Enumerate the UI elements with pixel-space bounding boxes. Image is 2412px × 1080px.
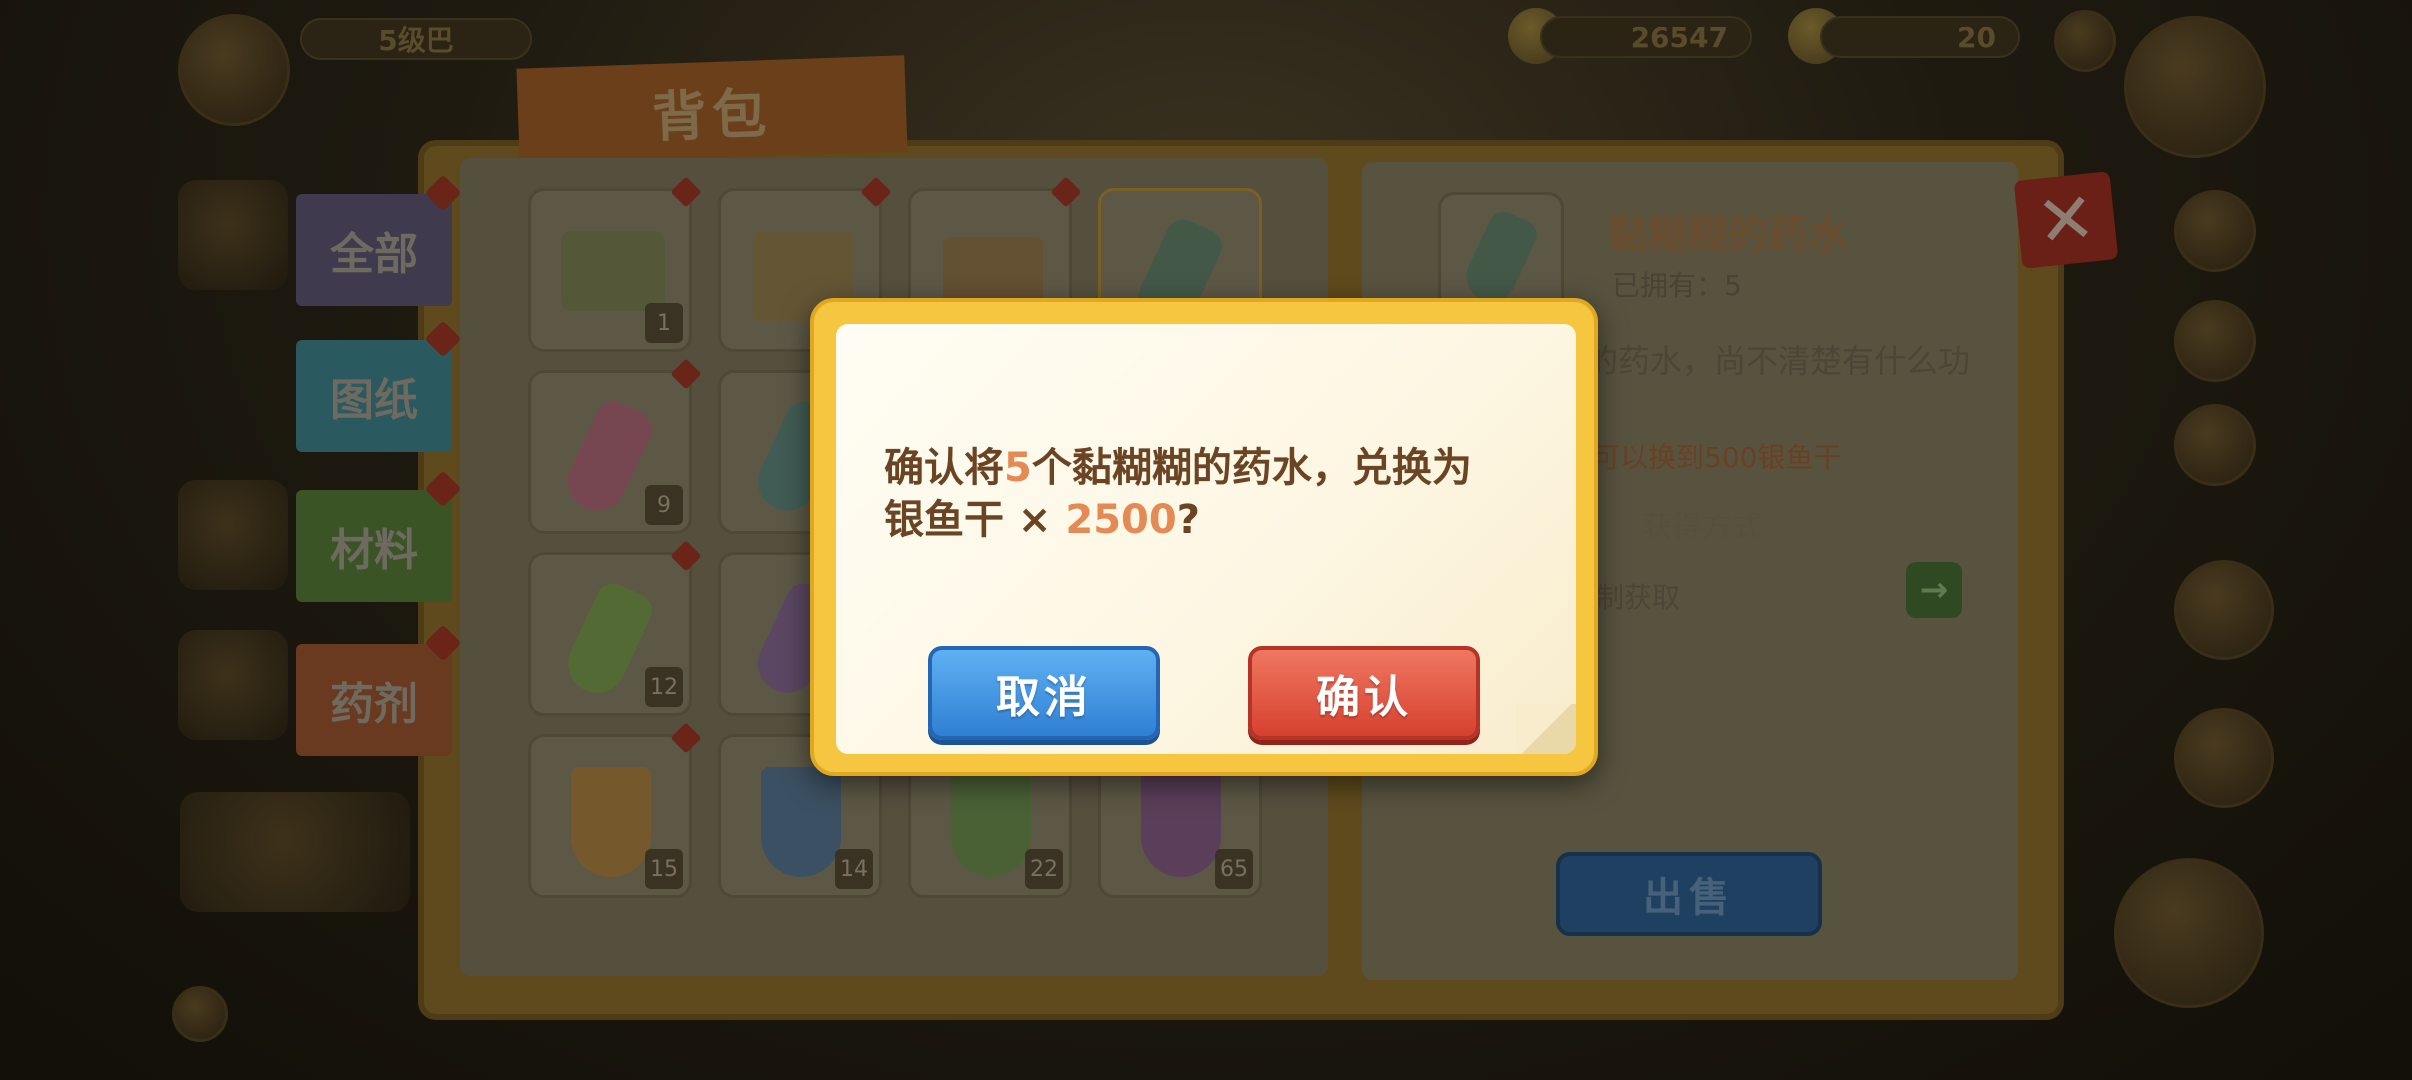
settings-icon[interactable] xyxy=(2054,10,2116,72)
item-slot[interactable]: 9 xyxy=(528,358,702,534)
item-count: 22 xyxy=(1025,849,1063,889)
item-count: 1 xyxy=(645,303,683,343)
item-slot[interactable]: 1 xyxy=(528,176,702,352)
pink-potion-icon xyxy=(558,395,658,521)
promo-banner[interactable] xyxy=(180,792,410,912)
left-menu-icon[interactable] xyxy=(178,180,288,290)
main-character-icon[interactable] xyxy=(2124,16,2266,158)
player-label: 5级巴 xyxy=(378,24,454,57)
dialog-paper: 确认将5个黏糊糊的药水，兑换为银鱼干 × 2500? 取消 确认 xyxy=(836,324,1576,754)
source-row: 制获取 xyxy=(1596,581,1681,614)
exchange-confirm-dialog: 确认将5个黏糊糊的药水，兑换为银鱼干 × 2500? 取消 确认 xyxy=(810,298,1598,776)
close-icon[interactable]: ✕ xyxy=(2013,171,2119,269)
cancel-button[interactable]: 取消 xyxy=(928,646,1160,740)
left-menu-icon[interactable] xyxy=(178,480,288,590)
side-menu-icon[interactable] xyxy=(2174,190,2256,272)
dialog-quantity: 5 xyxy=(1004,445,1032,491)
chat-icon[interactable] xyxy=(172,986,228,1042)
dialog-text: 个黏糊糊的药水，兑换为 xyxy=(1031,445,1472,491)
item-count: 14 xyxy=(835,849,873,889)
item-slot[interactable]: 15 xyxy=(528,722,702,898)
item-exchange-info: 可以换到500银鱼干 xyxy=(1592,441,1842,474)
page-curl-decoration xyxy=(1516,704,1576,754)
side-menu-icon[interactable] xyxy=(2174,300,2256,382)
green-potion-icon xyxy=(558,577,658,703)
orange-potion-icon xyxy=(571,767,651,877)
player-avatar[interactable] xyxy=(178,14,290,126)
character-item-icon xyxy=(561,231,665,311)
event-icon[interactable] xyxy=(2174,560,2274,660)
side-menu-icon[interactable] xyxy=(2174,404,2256,486)
dialog-text: ? xyxy=(1176,497,1200,543)
tab-potions[interactable]: 药剂 xyxy=(296,624,462,756)
dialog-text: 银鱼干 × xyxy=(884,497,1066,543)
currency-2-value: 20 xyxy=(1957,20,1996,54)
left-menu-icon[interactable] xyxy=(178,630,288,740)
item-count: 65 xyxy=(1215,849,1253,889)
player-name-pill: 5级巴 xyxy=(300,18,532,60)
item-count: 15 xyxy=(645,849,683,889)
dialog-text: 确认将 xyxy=(884,445,1004,491)
item-name: 黏糊糊的药水 xyxy=(1608,212,1848,258)
item-description: 的药水，尚不清楚有什么功 xyxy=(1586,342,1971,380)
backpack-title: 背包 xyxy=(516,55,908,165)
green-potion-icon xyxy=(951,767,1031,877)
blue-potion-icon xyxy=(761,767,841,877)
source-label: 获得方式 xyxy=(1642,510,1762,545)
event-icon[interactable] xyxy=(2174,708,2274,808)
tab-materials[interactable]: 材料 xyxy=(296,470,462,602)
arrow-right-icon[interactable]: → xyxy=(1906,562,1962,618)
event-icon[interactable] xyxy=(2114,858,2264,1008)
item-count: 9 xyxy=(645,485,683,525)
tab-label: 图纸 xyxy=(330,375,418,426)
currency-2-pill: 20 xyxy=(1820,16,2020,58)
item-count: 12 xyxy=(645,667,683,707)
item-slot[interactable]: 12 xyxy=(528,540,702,716)
dialog-message: 确认将5个黏糊糊的药水，兑换为银鱼干 × 2500? xyxy=(884,442,1544,546)
game-screen: 5级巴 26547 20 背包 全部 图纸 材料 药剂 1 9 12 15 14… xyxy=(0,0,2412,1080)
tab-label: 全部 xyxy=(330,229,418,280)
sell-button[interactable]: 出售 xyxy=(1556,852,1822,936)
tab-label: 药剂 xyxy=(330,679,418,730)
tab-all[interactable]: 全部 xyxy=(296,174,462,306)
currency-1-value: 26547 xyxy=(1630,20,1728,54)
purple-potion-icon xyxy=(1141,767,1221,877)
dialog-reward-amount: 2500 xyxy=(1065,497,1177,543)
item-owned: 已拥有：5 xyxy=(1612,269,1742,302)
confirm-button[interactable]: 确认 xyxy=(1248,646,1480,740)
tab-blueprints[interactable]: 图纸 xyxy=(296,320,462,452)
green-potion-icon xyxy=(1458,206,1542,310)
tab-label: 材料 xyxy=(330,525,418,576)
currency-1-pill: 26547 xyxy=(1540,16,1752,58)
